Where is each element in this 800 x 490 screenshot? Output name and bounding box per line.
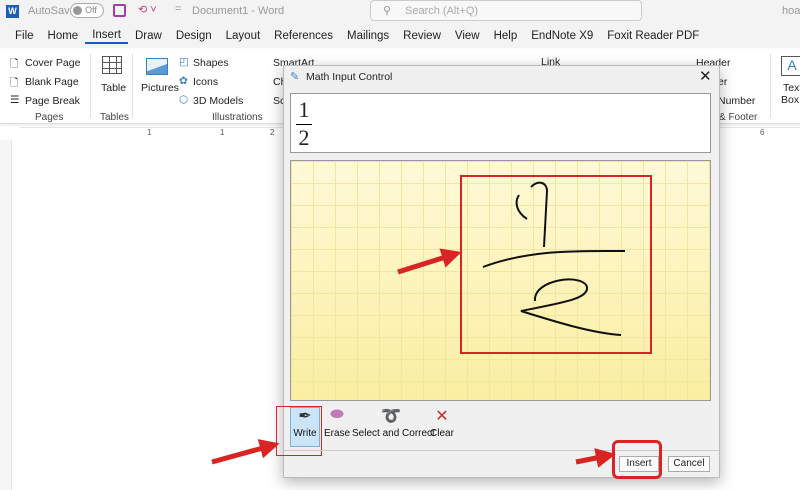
arrow <box>397 248 462 275</box>
arrow <box>211 439 280 465</box>
annotation-arrows <box>211 248 616 468</box>
arrow <box>575 448 616 468</box>
